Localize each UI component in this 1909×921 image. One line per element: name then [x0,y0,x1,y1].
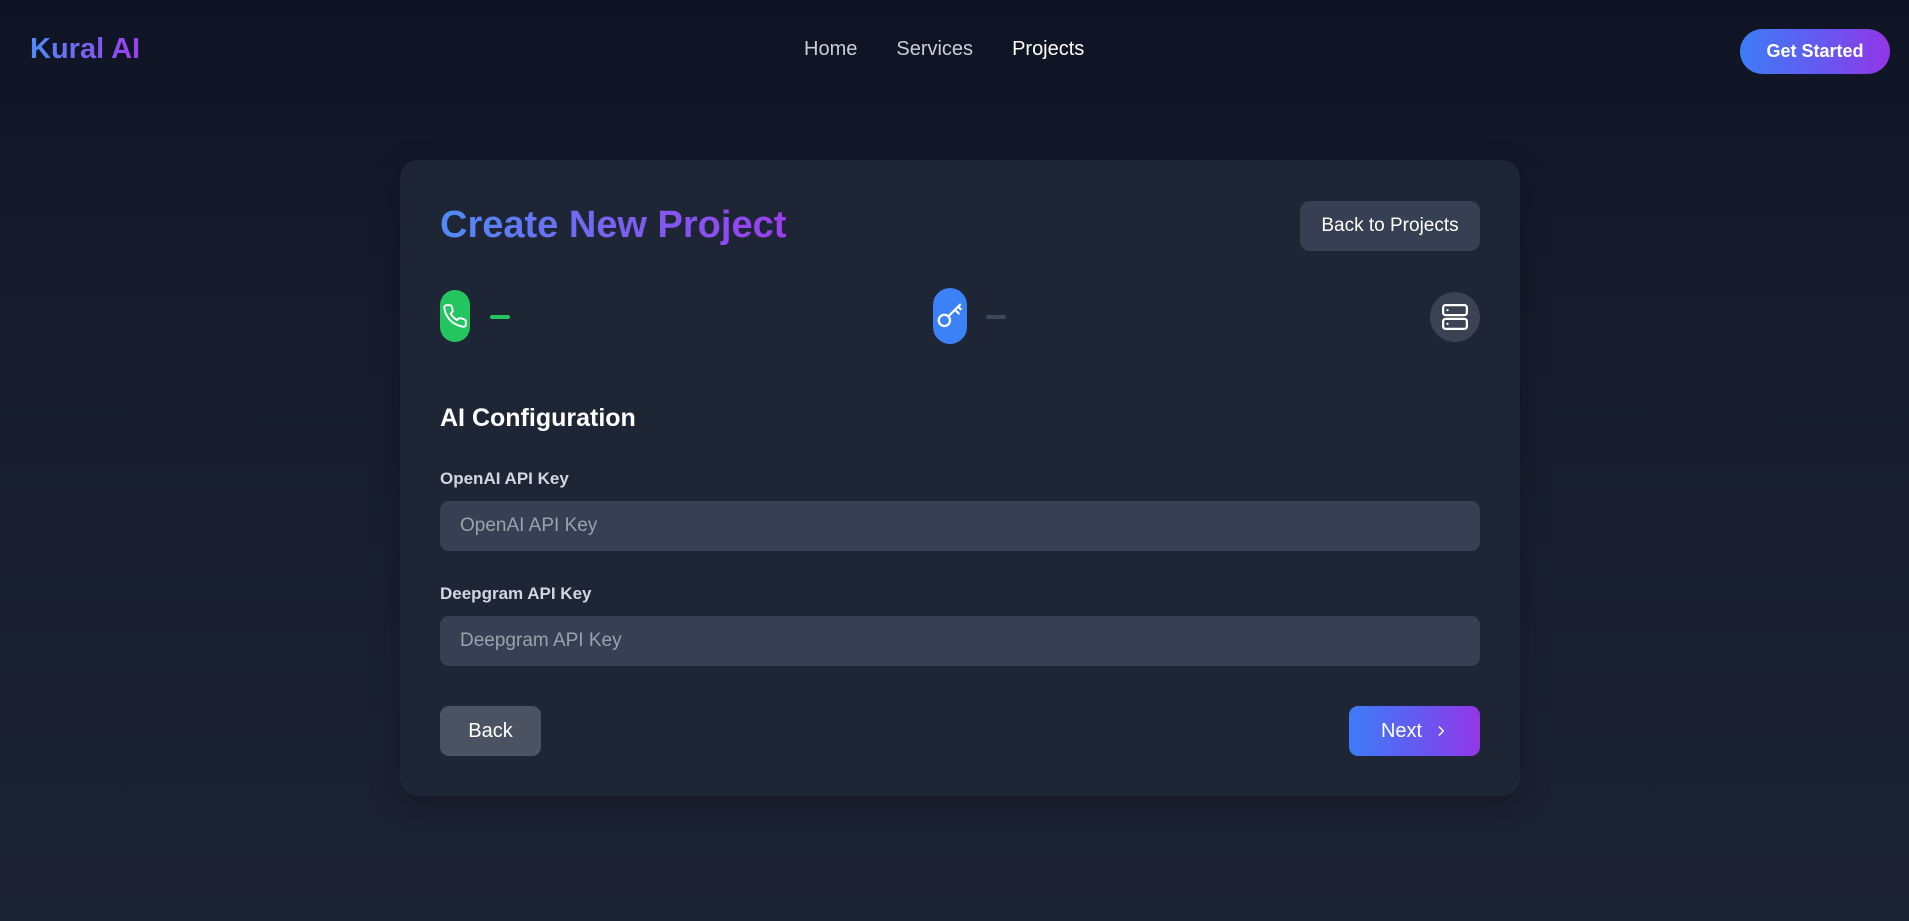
next-button-label: Next [1380,719,1423,742]
nav-link-projects[interactable]: Projects [1012,38,1084,61]
server-icon [1440,302,1470,332]
back-to-projects-button[interactable]: Back to Projects [1300,201,1480,251]
section-title: AI Configuration [440,404,636,432]
deepgram-key-input[interactable] [440,616,1480,666]
step-connector-2 [986,315,1006,319]
step-1-completed [440,290,470,342]
page-title: Create New Project [440,204,787,246]
step-connector-1 [490,315,510,319]
phone-icon [442,303,468,329]
create-project-card: Create New Project Back to Projects AI C… [400,160,1520,796]
openai-key-input[interactable] [440,501,1480,551]
key-icon [935,301,965,331]
step-2-current [933,288,967,344]
deepgram-key-label: Deepgram API Key [440,584,592,603]
nav-link-services[interactable]: Services [896,38,973,61]
top-navbar: Kural AI Home Services Projects Get Star… [0,0,1909,104]
get-started-button[interactable]: Get Started [1740,29,1890,74]
openai-key-label: OpenAI API Key [440,469,569,488]
chevron-right-icon [1434,724,1448,738]
step-3-upcoming [1430,292,1480,342]
back-button[interactable]: Back [440,706,541,756]
brand-logo[interactable]: Kural AI [30,33,140,66]
nav-link-home[interactable]: Home [804,38,857,61]
nav-links: Home Services Projects [804,38,1084,61]
next-button[interactable]: Next [1349,706,1480,756]
